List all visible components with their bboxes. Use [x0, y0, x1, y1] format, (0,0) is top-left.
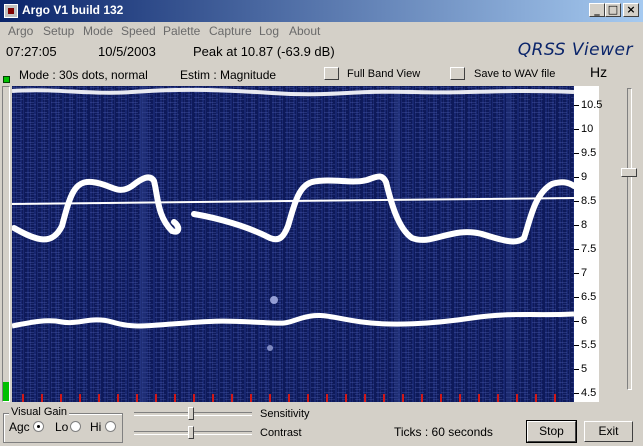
scale-label: 8.5 [581, 195, 597, 207]
menu-setup[interactable]: Setup [43, 24, 74, 38]
scale-label: 7.5 [581, 243, 597, 255]
noise-speckle [12, 86, 574, 402]
hz-unit-label: Hz [590, 64, 608, 80]
menu-capture[interactable]: Capture [209, 24, 252, 38]
frequency-scale: 10.5 10 9.5 9 8.5 8 7.5 7 6.5 6 5.5 5 4.… [574, 86, 603, 402]
date-display: 10/5/2003 [98, 44, 156, 59]
clock-time: 07:27:05 [6, 44, 57, 59]
scale-label: 5 [581, 363, 588, 375]
save-to-wav-label: Save to WAV file [474, 68, 556, 80]
spectrogram [12, 86, 574, 402]
hi-label: Hi [90, 420, 102, 434]
lo-label: Lo [55, 420, 69, 434]
scale-label: 10.5 [581, 99, 603, 111]
scale-label: 8 [581, 219, 588, 231]
title-bar: Argo V1 build 132 _ □ × [0, 0, 643, 22]
sensitivity-slider-thumb[interactable] [187, 407, 194, 420]
brand-logo: QRSS Viewer [517, 40, 633, 60]
agc-radio[interactable] [33, 421, 44, 432]
frequency-slider-thumb[interactable] [621, 168, 637, 177]
agc-label: Agc [9, 420, 30, 434]
stop-button[interactable]: Stop [526, 420, 577, 443]
menu-about[interactable]: About [289, 24, 320, 38]
scale-label: 10 [581, 123, 594, 135]
menu-palette[interactable]: Palette [163, 24, 200, 38]
sensitivity-label: Sensitivity [260, 408, 310, 420]
level-meter [2, 86, 10, 402]
menu-bar: Argo Setup Mode Speed Palette Capture Lo… [0, 22, 643, 40]
frequency-slider-track[interactable] [627, 88, 632, 390]
window-title: Argo V1 build 132 [22, 3, 124, 17]
minimize-icon[interactable]: _ [589, 3, 605, 17]
peak-readout: Peak at 10.87 (-63.9 dB) [193, 44, 335, 59]
estim-text: Estim : Magnitude [180, 68, 277, 82]
full-band-view-checkbox[interactable] [324, 67, 339, 80]
noise-column [140, 86, 146, 402]
contrast-slider-thumb[interactable] [187, 426, 194, 439]
scale-label: 9.5 [581, 147, 597, 159]
scale-label: 5.5 [581, 339, 597, 351]
full-band-view-label: Full Band View [347, 68, 421, 80]
exit-button[interactable]: Exit [584, 421, 633, 442]
noise-column [395, 86, 400, 402]
menu-log[interactable]: Log [259, 24, 279, 38]
maximize-icon[interactable]: □ [605, 3, 621, 17]
scale-label: 4.5 [581, 387, 597, 399]
menu-mode[interactable]: Mode [83, 24, 113, 38]
visual-gain-title: Visual Gain [9, 406, 70, 418]
save-to-wav-checkbox[interactable] [450, 67, 465, 80]
lo-radio[interactable] [70, 421, 81, 432]
scale-label: 7 [581, 267, 588, 279]
noise-blip [267, 345, 273, 351]
contrast-label: Contrast [260, 427, 302, 439]
signal-led [3, 76, 10, 83]
ticks-interval: Ticks : 60 seconds [394, 425, 493, 439]
menu-speed[interactable]: Speed [121, 24, 156, 38]
hi-radio[interactable] [105, 421, 116, 432]
level-meter-fill [3, 382, 9, 401]
noise-blip [270, 296, 278, 304]
close-icon[interactable]: × [623, 3, 639, 17]
scale-label: 6 [581, 315, 588, 327]
menu-argo[interactable]: Argo [8, 24, 33, 38]
scale-label: 6.5 [581, 291, 597, 303]
app-icon[interactable] [4, 4, 18, 18]
mode-text: Mode : 30s dots, normal [19, 68, 148, 82]
scale-label: 9 [581, 171, 588, 183]
